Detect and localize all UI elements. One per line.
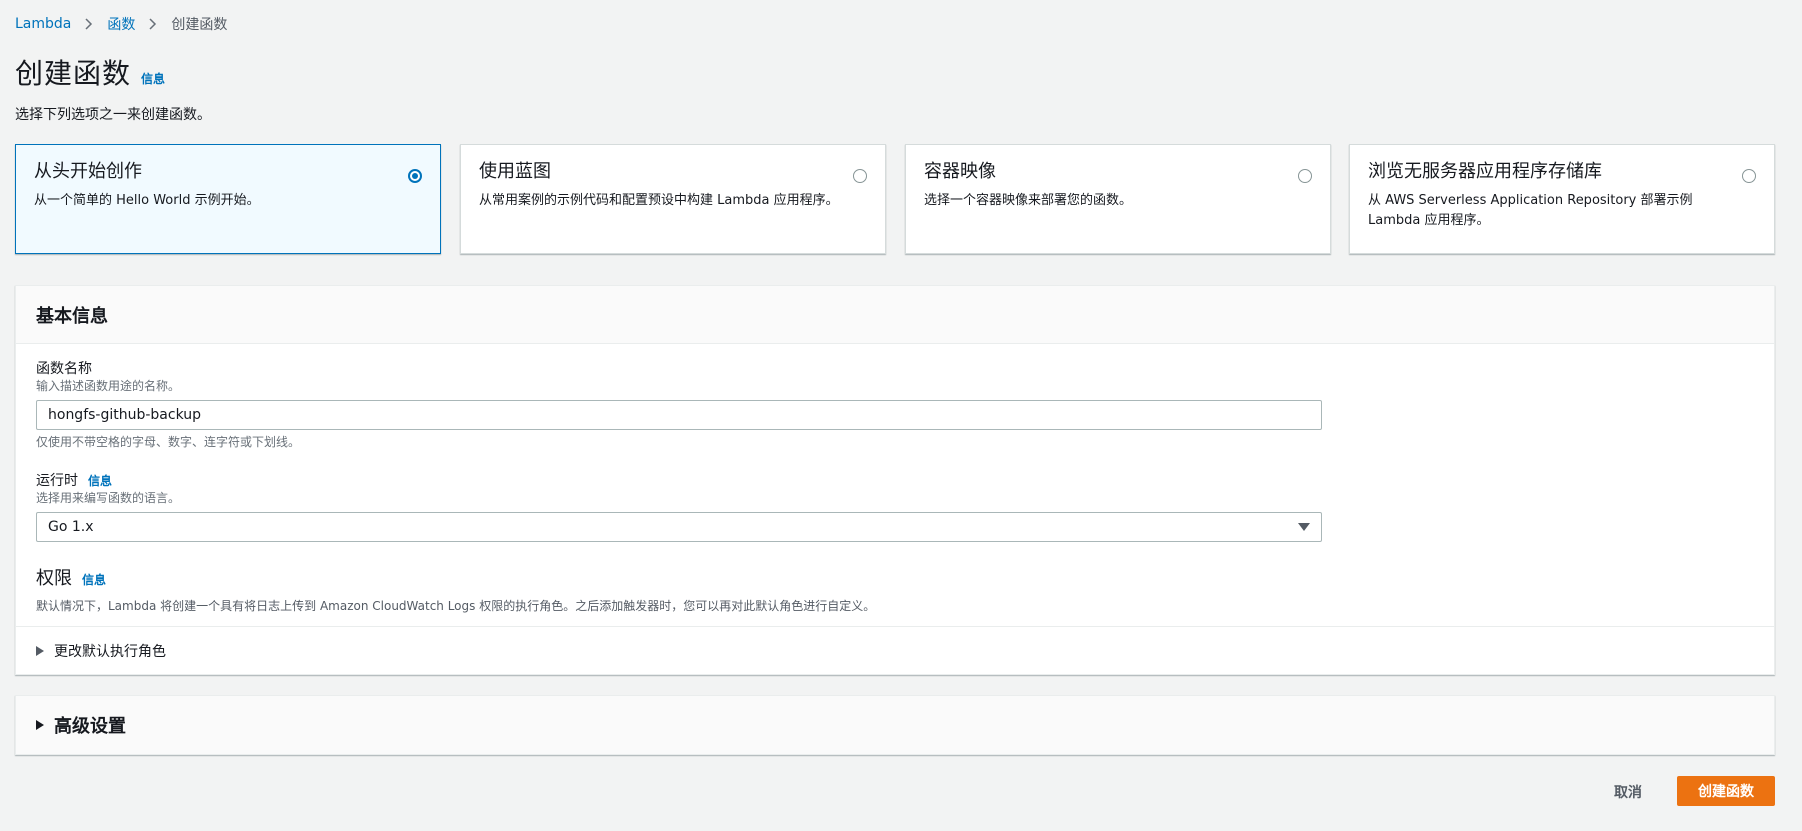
runtime-description: 选择用来编写函数的语言。 (36, 491, 181, 505)
panel-title: 基本信息 (36, 305, 108, 327)
runtime-label-row: 运行时 信息 (36, 472, 1754, 490)
radio-button[interactable] (1742, 169, 1756, 183)
option-title: 容器映像 (924, 161, 996, 182)
panel-header: 基本信息 (16, 286, 1774, 344)
advanced-settings-expander[interactable]: 高级设置 (15, 695, 1775, 755)
breadcrumb-functions[interactable]: 函数 (107, 14, 135, 34)
permissions-label-row: 权限 信息 (36, 564, 1754, 590)
page-description: 选择下列选项之一来创建函数。 (15, 107, 211, 123)
permissions-title: 权限 (36, 568, 72, 589)
option-title: 浏览无服务器应用程序存储库 (1368, 161, 1602, 182)
breadcrumb-lambda[interactable]: Lambda (15, 16, 71, 32)
change-role-label: 更改默认执行角色 (54, 643, 166, 660)
permissions-info-link[interactable]: 信息 (82, 571, 106, 588)
runtime-select[interactable]: Go 1.x (36, 512, 1322, 542)
option-serverless-repo[interactable]: 浏览无服务器应用程序存储库 从 AWS Serverless Applicati… (1349, 144, 1775, 254)
advanced-settings-title: 高级设置 (54, 716, 126, 737)
breadcrumb: Lambda 函数 创建函数 (15, 14, 227, 34)
option-title: 从头开始创作 (34, 161, 142, 182)
page-header: 创建函数 信息 (15, 52, 165, 92)
page-info-link[interactable]: 信息 (141, 70, 165, 87)
option-use-blueprint[interactable]: 使用蓝图 从常用案例的示例代码和配置预设中构建 Lambda 应用程序。 (460, 144, 886, 254)
create-function-button[interactable]: 创建函数 (1677, 776, 1775, 806)
caret-down-icon (1298, 523, 1310, 531)
radio-button[interactable] (408, 169, 422, 183)
basic-info-panel: 基本信息 函数名称 输入描述函数用途的名称。 hongfs-github-bac… (15, 285, 1775, 675)
radio-button[interactable] (853, 169, 867, 183)
page-title: 创建函数 (15, 57, 132, 90)
option-description: 选择一个容器映像来部署您的函数。 (924, 193, 1133, 208)
permissions-description: 默认情况下，Lambda 将创建一个具有将日志上传到 Amazon CloudW… (36, 599, 876, 613)
option-author-from-scratch[interactable]: 从头开始创作 从一个简单的 Hello World 示例开始。 (15, 144, 441, 254)
panel-body: 函数名称 输入描述函数用途的名称。 hongfs-github-backup 仅… (16, 344, 1774, 614)
creation-options: 从头开始创作 从一个简单的 Hello World 示例开始。 使用蓝图 从常用… (15, 144, 1775, 254)
function-name-label: 函数名称 (36, 361, 92, 377)
function-name-input[interactable]: hongfs-github-backup (36, 400, 1322, 430)
change-role-expander[interactable]: 更改默认执行角色 (16, 626, 1774, 674)
cancel-button[interactable]: 取消 (1602, 777, 1654, 807)
caret-right-icon (36, 645, 44, 656)
radio-button[interactable] (1298, 169, 1312, 183)
option-description: 从 AWS Serverless Application Repository … (1368, 193, 1693, 228)
chevron-right-icon (85, 18, 93, 30)
runtime-selected-value: Go 1.x (48, 519, 94, 535)
chevron-right-icon (149, 18, 157, 30)
function-name-description: 输入描述函数用途的名称。 (36, 379, 181, 393)
option-title: 使用蓝图 (479, 161, 551, 182)
function-name-constraint: 仅使用不带空格的字母、数字、连字符或下划线。 (36, 435, 301, 449)
caret-right-icon (36, 720, 44, 730)
option-description: 从一个简单的 Hello World 示例开始。 (34, 193, 260, 208)
option-description: 从常用案例的示例代码和配置预设中构建 Lambda 应用程序。 (479, 193, 839, 208)
runtime-info-link[interactable]: 信息 (88, 472, 112, 489)
breadcrumb-current: 创建函数 (171, 17, 228, 33)
option-container-image[interactable]: 容器映像 选择一个容器映像来部署您的函数。 (905, 144, 1331, 254)
runtime-label: 运行时 (36, 473, 78, 489)
